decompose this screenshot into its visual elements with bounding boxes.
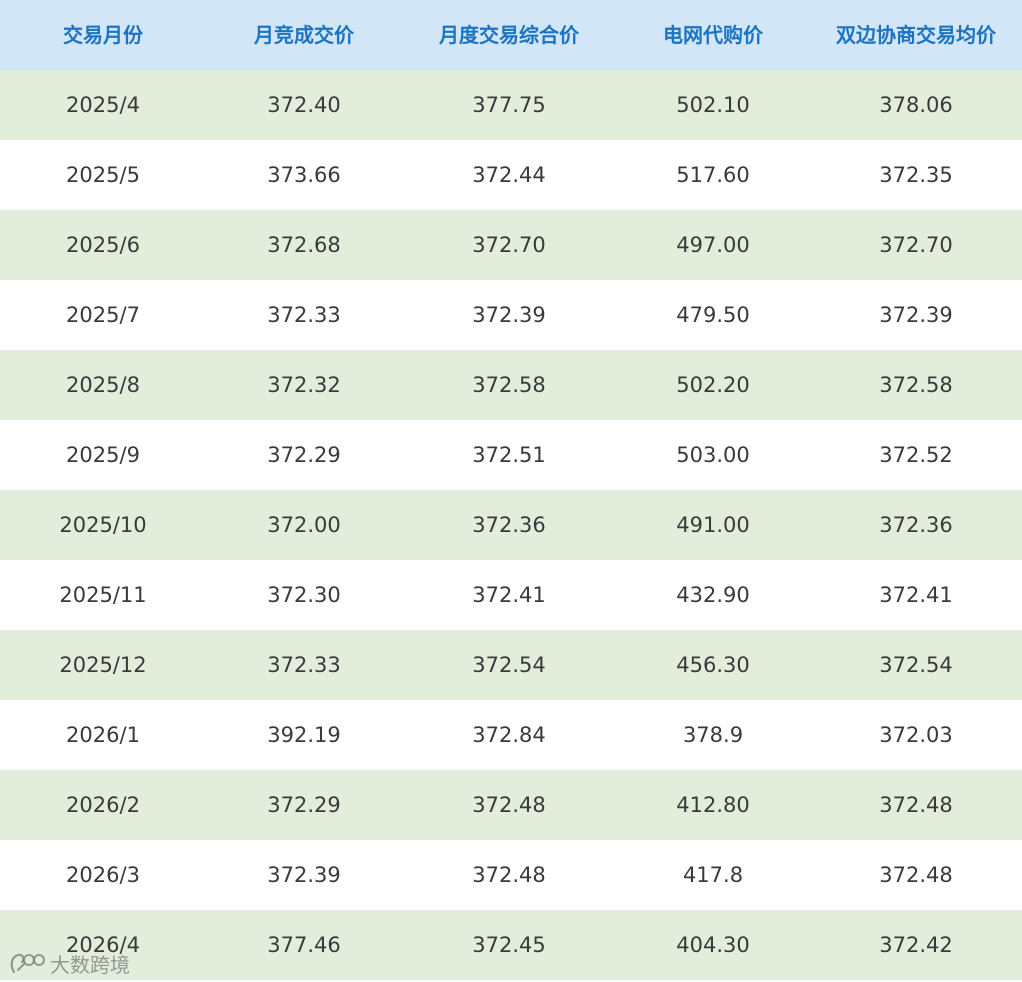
cell-monthly-composite-price: 372.51 [472, 443, 546, 467]
cell-grid-agency-price: 378.9 [682, 723, 744, 747]
table-row: 2025/11 372.30 372.41 432.90 372.41 [0, 560, 1022, 630]
cell-monthly-composite-price: 372.48 [472, 863, 546, 887]
cell-monthly-composite-price: 372.36 [472, 513, 546, 537]
cell-grid-agency-price: 497.00 [676, 233, 750, 257]
cell-monthly-auction-price: 373.66 [267, 163, 341, 187]
cell-bilateral-avg-price: 378.06 [879, 93, 953, 117]
header-monthly-auction-price: 月竞成交价 [254, 23, 354, 47]
cell-monthly-auction-price: 372.29 [267, 793, 341, 817]
cell-monthly-auction-price: 372.68 [267, 233, 341, 257]
table-row: 2026/3 372.39 372.48 417.8 372.48 [0, 840, 1022, 910]
cell-monthly-auction-price: 377.46 [267, 933, 341, 957]
cell-monthly-composite-price: 372.70 [472, 233, 546, 257]
brand-logo-icon [8, 950, 46, 976]
cell-bilateral-avg-price: 372.41 [879, 583, 953, 607]
table-row: 2025/12 372.33 372.54 456.30 372.54 [0, 630, 1022, 700]
cell-trade-month: 2025/8 [66, 373, 140, 397]
cell-monthly-composite-price: 372.39 [472, 303, 546, 327]
cell-monthly-auction-price: 372.00 [267, 513, 341, 537]
cell-grid-agency-price: 404.30 [676, 933, 750, 957]
cell-monthly-auction-price: 392.19 [267, 723, 341, 747]
cell-grid-agency-price: 417.8 [682, 863, 744, 887]
cell-trade-month: 2025/7 [66, 303, 140, 327]
header-monthly-composite-price: 月度交易综合价 [439, 23, 579, 47]
cell-monthly-auction-price: 372.33 [267, 653, 341, 677]
cell-trade-month: 2025/6 [66, 233, 140, 257]
cell-monthly-auction-price: 372.40 [267, 93, 341, 117]
cell-grid-agency-price: 517.60 [676, 163, 750, 187]
table-row: 2025/10 372.00 372.36 491.00 372.36 [0, 490, 1022, 560]
cell-bilateral-avg-price: 372.42 [879, 933, 953, 957]
table-row: 2026/4 377.46 372.45 404.30 372.42 [0, 910, 1022, 980]
cell-monthly-composite-price: 372.45 [472, 933, 546, 957]
cell-trade-month: 2026/2 [66, 793, 140, 817]
cell-monthly-composite-price: 372.58 [472, 373, 546, 397]
table-row: 2026/1 392.19 372.84 378.9 372.03 [0, 700, 1022, 770]
cell-trade-month: 2025/10 [59, 513, 147, 537]
table-body: 2025/4 372.40 377.75 502.10 378.06 2025/5 373.… [0, 70, 1022, 980]
cell-bilateral-avg-price: 372.48 [879, 863, 953, 887]
table-row: 2025/4 372.40 377.75 502.10 378.06 [0, 70, 1022, 140]
table-row: 2025/7 372.33 372.39 479.50 372.39 [0, 280, 1022, 350]
cell-monthly-composite-price: 372.48 [472, 793, 546, 817]
cell-bilateral-avg-price: 372.70 [879, 233, 953, 257]
cell-monthly-composite-price: 372.44 [472, 163, 546, 187]
header-grid-agency-price: 电网代购价 [663, 23, 763, 47]
cell-trade-month: 2026/1 [66, 723, 140, 747]
cell-grid-agency-price: 456.30 [676, 653, 750, 677]
table-row: 2025/6 372.68 372.70 497.00 372.70 [0, 210, 1022, 280]
cell-monthly-auction-price: 372.32 [267, 373, 341, 397]
cell-monthly-auction-price: 372.39 [267, 863, 341, 887]
cell-trade-month: 2025/4 [66, 93, 140, 117]
cell-monthly-composite-price: 372.54 [472, 653, 546, 677]
table-header-row: 交易月份 月竞成交价 月度交易综合价 电网代购价 双边协商交易均价 [0, 0, 1022, 70]
cell-monthly-auction-price: 372.33 [267, 303, 341, 327]
table-row: 2025/9 372.29 372.51 503.00 372.52 [0, 420, 1022, 490]
cell-grid-agency-price: 502.10 [676, 93, 750, 117]
cell-bilateral-avg-price: 372.36 [879, 513, 953, 537]
table-row: 2025/8 372.32 372.58 502.20 372.58 [0, 350, 1022, 420]
cell-trade-month: 2025/9 [66, 443, 140, 467]
cell-bilateral-avg-price: 372.39 [879, 303, 953, 327]
cell-bilateral-avg-price: 372.58 [879, 373, 953, 397]
cell-grid-agency-price: 502.20 [676, 373, 750, 397]
cell-grid-agency-price: 491.00 [676, 513, 750, 537]
cell-trade-month: 2025/12 [59, 653, 147, 677]
table-row: 2025/5 373.66 372.44 517.60 372.35 [0, 140, 1022, 210]
cell-monthly-auction-price: 372.29 [267, 443, 341, 467]
cell-trade-month: 2025/5 [66, 163, 140, 187]
watermark: 大数跨境 [8, 948, 130, 978]
cell-grid-agency-price: 412.80 [676, 793, 750, 817]
header-bilateral-avg-price: 双边协商交易均价 [836, 23, 996, 47]
cell-bilateral-avg-price: 372.35 [879, 163, 953, 187]
cell-grid-agency-price: 432.90 [676, 583, 750, 607]
cell-grid-agency-price: 479.50 [676, 303, 750, 327]
cell-bilateral-avg-price: 372.52 [879, 443, 953, 467]
cell-monthly-composite-price: 372.84 [472, 723, 546, 747]
cell-bilateral-avg-price: 372.48 [879, 793, 953, 817]
cell-bilateral-avg-price: 372.03 [879, 723, 953, 747]
cell-trade-month: 2026/3 [66, 863, 140, 887]
header-trade-month: 交易月份 [63, 23, 143, 47]
cell-monthly-auction-price: 372.30 [267, 583, 341, 607]
watermark-text: 大数跨境 [50, 952, 130, 977]
cell-trade-month: 2025/11 [59, 583, 147, 607]
price-table: 交易月份 月竞成交价 月度交易综合价 电网代购价 双边协商交易均价 2025/4… [0, 0, 1022, 980]
cell-bilateral-avg-price: 372.54 [879, 653, 953, 677]
cell-monthly-composite-price: 372.41 [472, 583, 546, 607]
table-row: 2026/2 372.29 372.48 412.80 372.48 [0, 770, 1022, 840]
cell-grid-agency-price: 503.00 [676, 443, 750, 467]
cell-monthly-composite-price: 377.75 [472, 93, 546, 117]
